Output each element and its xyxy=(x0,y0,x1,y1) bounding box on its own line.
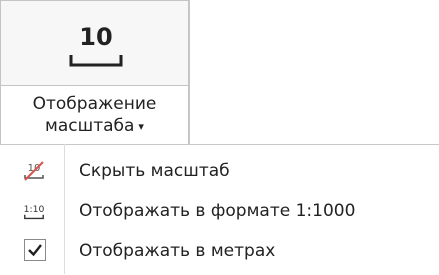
check-icon xyxy=(28,244,42,257)
scale-display-label-line2: масштаба ▾ xyxy=(1,115,188,139)
menu-icon-separator xyxy=(64,144,65,274)
menu-item-label: Скрыть масштаб xyxy=(79,161,230,181)
scale-display-split-button[interactable]: 10 Отображение масштаба ▾ xyxy=(0,0,190,145)
scale-display-dropdown-button[interactable]: Отображение масштаба ▾ xyxy=(0,85,189,145)
checked-checkbox-icon xyxy=(24,239,46,261)
chevron-down-icon: ▾ xyxy=(138,120,144,133)
scale-display-button[interactable]: 10 xyxy=(0,0,189,86)
ratio-scale-icon-text: 1:10 xyxy=(24,204,45,215)
scale-display-label-line1: Отображение xyxy=(32,94,157,114)
menu-item-label: Отображать в метрах xyxy=(79,241,276,261)
menu-item-meters[interactable]: Отображать в метрах xyxy=(0,231,439,271)
hide-scale-icon: 10 xyxy=(24,161,44,181)
scale-bar-icon-text: 10 xyxy=(79,23,112,51)
menu-item-ratio-format[interactable]: 1:10 Отображать в формате 1:1000 xyxy=(0,191,439,231)
menu-item-hide-scale[interactable]: 10 Скрыть масштаб xyxy=(0,151,439,191)
menu-item-label: Отображать в формате 1:1000 xyxy=(79,201,356,221)
scale-bar-icon: 10 xyxy=(69,23,123,67)
scale-display-label-text: масштаба xyxy=(45,116,135,136)
scale-display-menu: 10 Скрыть масштаб 1:10 Отображать в форм… xyxy=(0,144,439,275)
ratio-scale-icon: 1:10 xyxy=(24,204,45,220)
